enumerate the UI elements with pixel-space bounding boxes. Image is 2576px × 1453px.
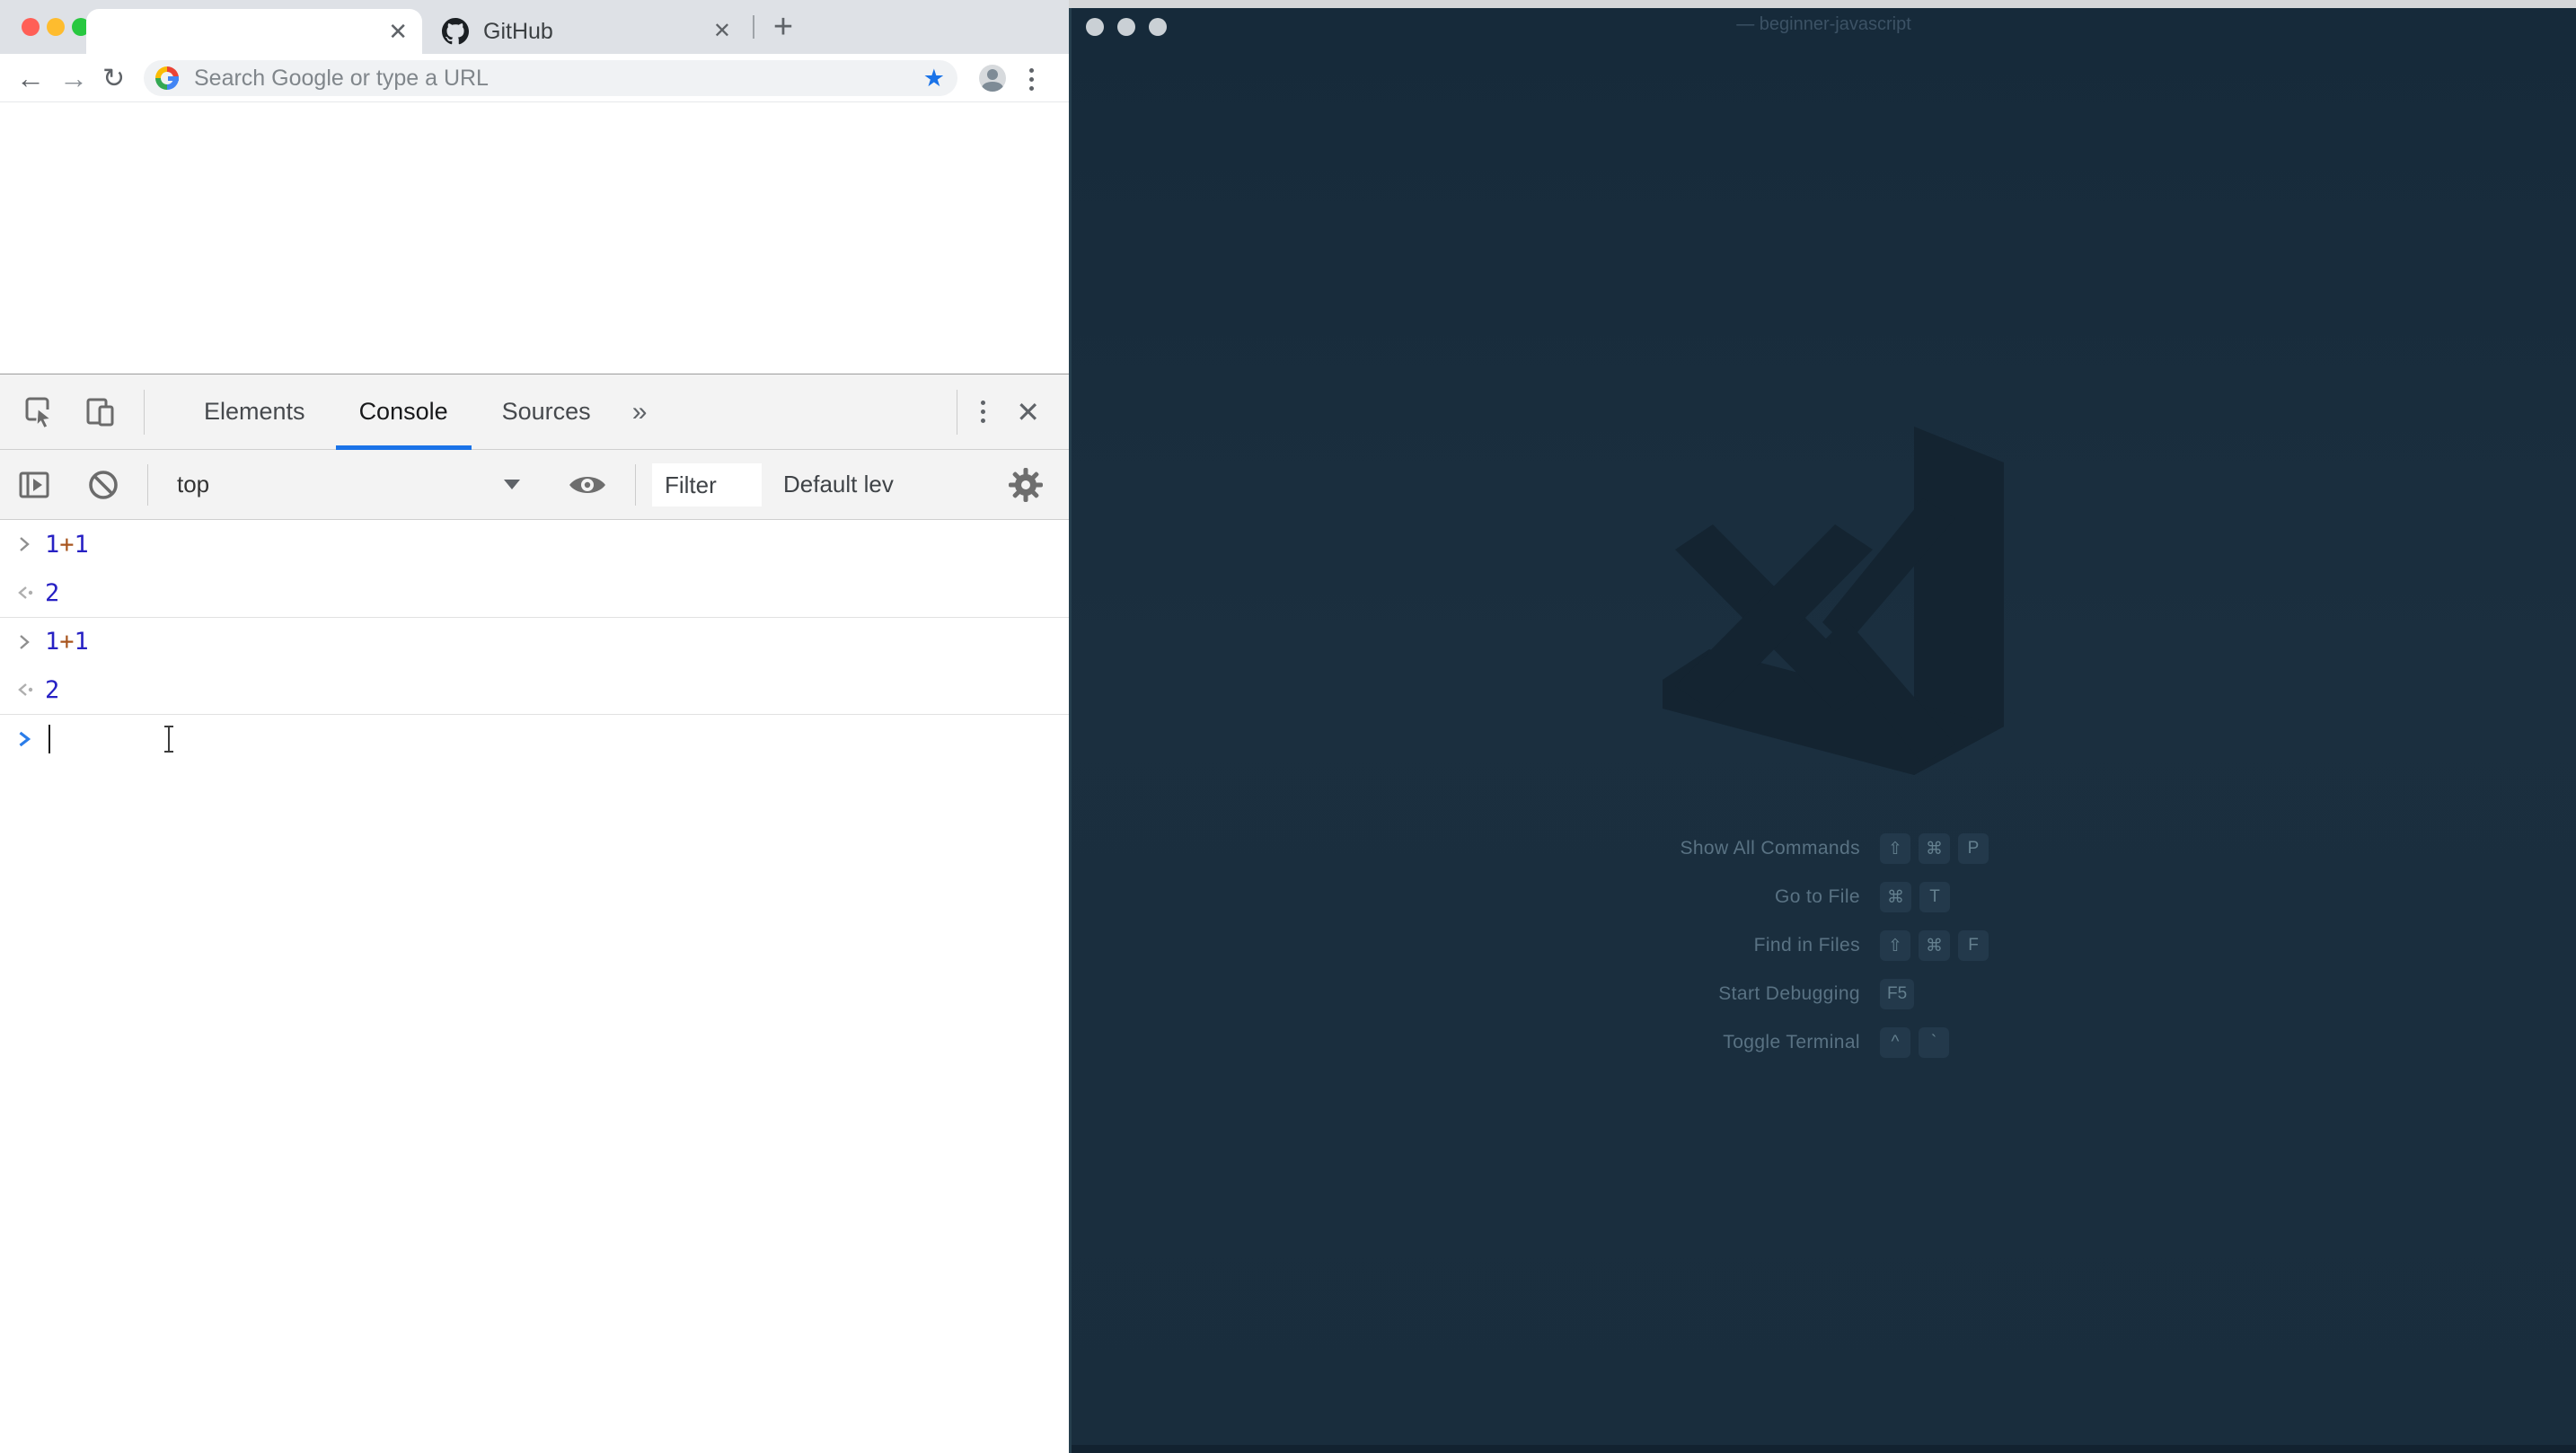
console-input-row: 1+1 (0, 520, 1069, 568)
vscode-window: — beginner-javascript Show All Commands ⇧… (1069, 0, 2576, 1453)
console-input-text: 1+1 (45, 531, 89, 559)
live-expression-icon[interactable] (567, 471, 608, 499)
keycap: ⇧ (1880, 930, 1910, 961)
console-prompt-row[interactable] (0, 714, 1069, 762)
reload-icon[interactable]: ↻ (102, 54, 125, 102)
shortcut-keys: ^` (1880, 1027, 1949, 1058)
github-icon (442, 18, 469, 45)
shortcut-keys: ⌘T (1880, 882, 1950, 912)
address-bar[interactable]: Search Google or type a URL ★ (144, 60, 957, 96)
close-tab-icon[interactable]: ✕ (713, 21, 731, 42)
shortcut-label: Find in Files (1341, 935, 1860, 956)
close-tab-icon[interactable]: ✕ (388, 20, 408, 43)
console-result-row: 2 (0, 568, 1069, 617)
shortcut-keys: F5 (1880, 979, 1914, 1009)
devtools-panel: ElementsConsoleSources » ✕ (0, 374, 1069, 1453)
address-placeholder: Search Google or type a URL (194, 60, 489, 96)
vscode-window-edge (1072, 1445, 2576, 1453)
clear-console-icon[interactable] (86, 468, 120, 502)
profile-avatar[interactable] (979, 65, 1006, 92)
keycap: ^ (1880, 1027, 1910, 1058)
console-settings-gear-icon[interactable] (1006, 465, 1045, 505)
chrome-toolbar: ← → ↻ Search Google or type a URL ★ (0, 54, 1069, 102)
console-result-row: 2 (0, 665, 1069, 714)
console-sidebar-icon[interactable] (16, 467, 52, 503)
tab-divider (753, 15, 754, 39)
keycap: T (1919, 882, 1950, 912)
inspect-element-icon[interactable] (22, 394, 57, 430)
vscode-shortcuts-watermark: Show All Commands⇧⌘PGo to File⌘TFind in … (1341, 833, 2203, 1076)
devtools-tabbar: ElementsConsoleSources » ✕ (0, 374, 1069, 450)
text-caret (49, 725, 50, 753)
vscode-window-title: — beginner-javascript (1072, 14, 2576, 35)
keycap: ⌘ (1880, 882, 1911, 912)
screen: ✕ GitHub ✕ + ← → ↻ Search Google or type… (0, 0, 2576, 1453)
console-input-text: 1+1 (45, 628, 89, 656)
bookmark-star-icon[interactable]: ★ (923, 60, 945, 96)
return-value-icon (0, 680, 40, 700)
execution-context-select[interactable]: top (177, 471, 520, 498)
keycap: ⌘ (1919, 930, 1950, 961)
keycap: P (1958, 833, 1989, 864)
devtools-console-toolbar: top Filter Default lev (0, 450, 1069, 520)
devtools-tab-sources[interactable]: Sources (475, 374, 618, 450)
google-icon (155, 66, 179, 90)
ibeam-cursor (162, 725, 176, 758)
vscode-logo-watermark (1657, 410, 2013, 779)
browser-tab-github[interactable]: GitHub ✕ (422, 9, 745, 54)
device-toolbar-icon[interactable] (83, 394, 119, 430)
shortcut-keys: ⇧ ⌘ P (1880, 833, 1989, 864)
chevron-down-icon (504, 480, 520, 489)
toolbar-divider (144, 390, 145, 435)
shortcut-label: Toggle Terminal (1341, 1032, 1860, 1053)
keycap: F (1958, 930, 1989, 961)
tab-title: GitHub (483, 19, 713, 45)
console-log[interactable]: 1+1 2 1+1 2 (0, 520, 1069, 762)
browser-tab-active[interactable]: ✕ (86, 9, 422, 54)
toolbar-divider (147, 464, 148, 506)
console-filter-input[interactable]: Filter (652, 463, 762, 506)
devtools-tabs: ElementsConsoleSources (177, 374, 618, 450)
prompt-chevron-icon (0, 729, 40, 749)
devtools-close-icon[interactable]: ✕ (1016, 395, 1040, 429)
keycap: F5 (1880, 979, 1914, 1009)
keycap: ⇧ (1880, 833, 1910, 864)
shortcut-label: Go to File (1341, 886, 1860, 908)
shortcut-row: Toggle Terminal^` (1341, 1027, 2203, 1058)
devtools-tab-elements[interactable]: Elements (177, 374, 332, 450)
chrome-tab-strip: ✕ GitHub ✕ + (0, 0, 1069, 54)
console-result-text: 2 (45, 676, 59, 704)
browser-viewport[interactable] (0, 102, 1069, 374)
keycap: ⌘ (1919, 833, 1950, 864)
shortcut-row: Find in Files ⇧ ⌘ F (1341, 930, 2203, 961)
log-level-select[interactable]: Default lev (783, 471, 934, 498)
new-tab-button[interactable]: + (763, 0, 803, 54)
window-minimize-button[interactable] (47, 18, 65, 36)
toolbar-divider (635, 464, 636, 506)
browser-menu-icon[interactable] (1029, 66, 1034, 92)
back-icon[interactable]: ← (16, 54, 45, 102)
shortcut-label: Show All Commands (1341, 838, 1860, 859)
chrome-window: ✕ GitHub ✕ + ← → ↻ Search Google or type… (0, 0, 1069, 1453)
devtools-tab-console[interactable]: Console (332, 374, 475, 450)
console-result-text: 2 (45, 579, 59, 607)
forward-icon[interactable]: → (59, 54, 88, 102)
macos-menubar-strip (1069, 0, 2576, 8)
devtools-menu-icon[interactable] (981, 399, 985, 426)
keycap: ` (1919, 1027, 1949, 1058)
expand-chevron-icon[interactable] (0, 632, 40, 652)
shortcut-row: Show All Commands ⇧ ⌘ P (1341, 833, 2203, 864)
vscode-editor-area: — beginner-javascript Show All Commands ⇧… (1069, 8, 2576, 1453)
context-label: top (177, 471, 209, 498)
more-tabs-icon[interactable]: » (632, 397, 648, 427)
shortcut-row: Start Debugging F5 (1341, 979, 2203, 1009)
return-value-icon (0, 583, 40, 603)
console-input-row: 1+1 (0, 617, 1069, 665)
shortcut-row: Go to File⌘T (1341, 882, 2203, 912)
shortcut-keys: ⇧ ⌘ F (1880, 930, 1989, 961)
shortcut-label: Start Debugging (1341, 983, 1860, 1005)
expand-chevron-icon[interactable] (0, 534, 40, 554)
window-close-button[interactable] (22, 18, 40, 36)
